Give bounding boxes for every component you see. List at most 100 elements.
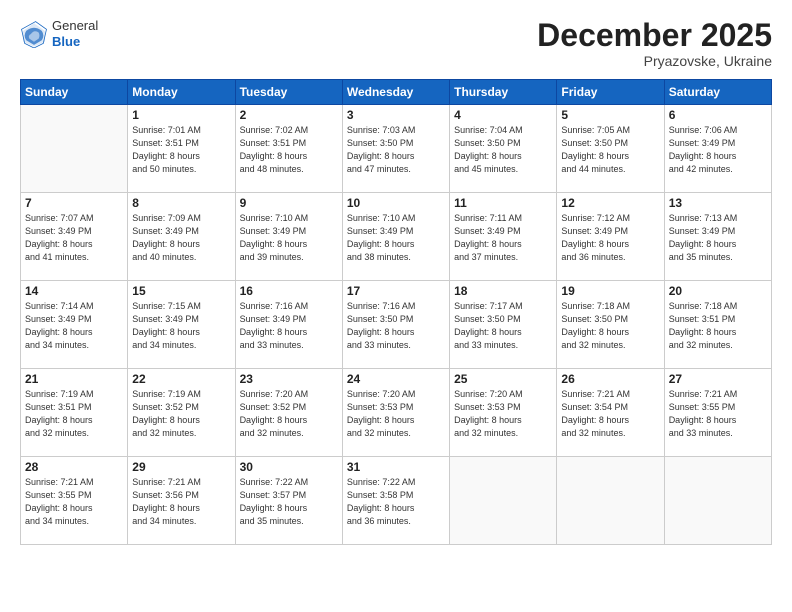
weekday-header: Wednesday: [342, 80, 449, 105]
day-info: Sunrise: 7:19 AM Sunset: 3:52 PM Dayligh…: [132, 388, 230, 440]
calendar-cell: 11 Sunrise: 7:11 AM Sunset: 3:49 PM Dayli…: [450, 193, 557, 281]
day-info: Sunrise: 7:01 AM Sunset: 3:51 PM Dayligh…: [132, 124, 230, 176]
day-info: Sunrise: 7:21 AM Sunset: 3:55 PM Dayligh…: [669, 388, 767, 440]
calendar-cell: 12 Sunrise: 7:12 AM Sunset: 3:49 PM Dayli…: [557, 193, 664, 281]
calendar-cell: 15 Sunrise: 7:15 AM Sunset: 3:49 PM Dayli…: [128, 281, 235, 369]
calendar-row: 28Sunrise: 7:21 AM Sunset: 3:55 PM Dayli…: [21, 457, 772, 545]
day-number: 26: [561, 372, 659, 386]
weekday-header: Tuesday: [235, 80, 342, 105]
day-number: 4: [454, 108, 552, 122]
calendar-cell: 18 Sunrise: 7:17 AM Sunset: 3:50 PM Dayli…: [450, 281, 557, 369]
calendar-cell: [450, 457, 557, 545]
day-info: Sunrise: 7:06 AM Sunset: 3:49 PM Dayligh…: [669, 124, 767, 176]
day-number: 12: [561, 196, 659, 210]
calendar-cell: 21 Sunrise: 7:19 AM Sunset: 3:51 PM Dayli…: [21, 369, 128, 457]
calendar-cell: 28Sunrise: 7:21 AM Sunset: 3:55 PM Dayli…: [21, 457, 128, 545]
month-title: December 2025: [537, 18, 772, 53]
day-number: 17: [347, 284, 445, 298]
calendar-cell: 17 Sunrise: 7:16 AM Sunset: 3:50 PM Dayli…: [342, 281, 449, 369]
weekday-header: Saturday: [664, 80, 771, 105]
day-number: 24: [347, 372, 445, 386]
day-info: Sunrise: 7:10 AM Sunset: 3:49 PM Dayligh…: [347, 212, 445, 264]
day-number: 20: [669, 284, 767, 298]
day-number: 23: [240, 372, 338, 386]
calendar-cell: [664, 457, 771, 545]
calendar: SundayMondayTuesdayWednesdayThursdayFrid…: [20, 79, 772, 545]
calendar-cell: 3 Sunrise: 7:03 AM Sunset: 3:50 PM Daylig…: [342, 105, 449, 193]
calendar-cell: 27 Sunrise: 7:21 AM Sunset: 3:55 PM Dayli…: [664, 369, 771, 457]
calendar-cell: 9Sunrise: 7:10 AM Sunset: 3:49 PM Daylig…: [235, 193, 342, 281]
day-info: Sunrise: 7:11 AM Sunset: 3:49 PM Dayligh…: [454, 212, 552, 264]
day-number: 15: [132, 284, 230, 298]
calendar-cell: 26 Sunrise: 7:21 AM Sunset: 3:54 PM Dayli…: [557, 369, 664, 457]
day-number: 14: [25, 284, 123, 298]
calendar-cell: 14 Sunrise: 7:14 AM Sunset: 3:49 PM Dayli…: [21, 281, 128, 369]
logo-general: General: [52, 18, 98, 34]
day-info: Sunrise: 7:21 AM Sunset: 3:55 PM Dayligh…: [25, 476, 123, 528]
day-info: Sunrise: 7:16 AM Sunset: 3:50 PM Dayligh…: [347, 300, 445, 352]
day-number: 21: [25, 372, 123, 386]
day-info: Sunrise: 7:07 AM Sunset: 3:49 PM Dayligh…: [25, 212, 123, 264]
day-number: 18: [454, 284, 552, 298]
header: General Blue December 2025 Pryazovske, U…: [20, 18, 772, 69]
calendar-cell: [21, 105, 128, 193]
calendar-cell: 22Sunrise: 7:19 AM Sunset: 3:52 PM Dayli…: [128, 369, 235, 457]
day-info: Sunrise: 7:21 AM Sunset: 3:54 PM Dayligh…: [561, 388, 659, 440]
day-info: Sunrise: 7:12 AM Sunset: 3:49 PM Dayligh…: [561, 212, 659, 264]
day-number: 13: [669, 196, 767, 210]
logo-icon: [20, 20, 48, 48]
day-number: 2: [240, 108, 338, 122]
day-info: Sunrise: 7:14 AM Sunset: 3:49 PM Dayligh…: [25, 300, 123, 352]
page: General Blue December 2025 Pryazovske, U…: [0, 0, 792, 612]
day-info: Sunrise: 7:15 AM Sunset: 3:49 PM Dayligh…: [132, 300, 230, 352]
day-info: Sunrise: 7:18 AM Sunset: 3:51 PM Dayligh…: [669, 300, 767, 352]
day-number: 27: [669, 372, 767, 386]
day-number: 9: [240, 196, 338, 210]
day-number: 16: [240, 284, 338, 298]
calendar-row: 7 Sunrise: 7:07 AM Sunset: 3:49 PM Daylig…: [21, 193, 772, 281]
day-number: 3: [347, 108, 445, 122]
calendar-cell: 1 Sunrise: 7:01 AM Sunset: 3:51 PM Daylig…: [128, 105, 235, 193]
calendar-row: 1 Sunrise: 7:01 AM Sunset: 3:51 PM Daylig…: [21, 105, 772, 193]
title-section: December 2025 Pryazovske, Ukraine: [537, 18, 772, 69]
day-info: Sunrise: 7:03 AM Sunset: 3:50 PM Dayligh…: [347, 124, 445, 176]
location: Pryazovske, Ukraine: [537, 53, 772, 69]
day-info: Sunrise: 7:09 AM Sunset: 3:49 PM Dayligh…: [132, 212, 230, 264]
calendar-cell: [557, 457, 664, 545]
day-number: 11: [454, 196, 552, 210]
weekday-header: Sunday: [21, 80, 128, 105]
day-info: Sunrise: 7:20 AM Sunset: 3:53 PM Dayligh…: [454, 388, 552, 440]
day-info: Sunrise: 7:21 AM Sunset: 3:56 PM Dayligh…: [132, 476, 230, 528]
day-info: Sunrise: 7:05 AM Sunset: 3:50 PM Dayligh…: [561, 124, 659, 176]
logo-blue: Blue: [52, 34, 98, 50]
day-number: 19: [561, 284, 659, 298]
day-number: 10: [347, 196, 445, 210]
day-info: Sunrise: 7:22 AM Sunset: 3:58 PM Dayligh…: [347, 476, 445, 528]
day-info: Sunrise: 7:20 AM Sunset: 3:53 PM Dayligh…: [347, 388, 445, 440]
day-number: 6: [669, 108, 767, 122]
calendar-cell: 24 Sunrise: 7:20 AM Sunset: 3:53 PM Dayli…: [342, 369, 449, 457]
weekday-header-row: SundayMondayTuesdayWednesdayThursdayFrid…: [21, 80, 772, 105]
day-number: 8: [132, 196, 230, 210]
day-info: Sunrise: 7:19 AM Sunset: 3:51 PM Dayligh…: [25, 388, 123, 440]
day-number: 7: [25, 196, 123, 210]
calendar-cell: 5Sunrise: 7:05 AM Sunset: 3:50 PM Daylig…: [557, 105, 664, 193]
calendar-cell: 10 Sunrise: 7:10 AM Sunset: 3:49 PM Dayli…: [342, 193, 449, 281]
day-info: Sunrise: 7:20 AM Sunset: 3:52 PM Dayligh…: [240, 388, 338, 440]
day-number: 29: [132, 460, 230, 474]
day-info: Sunrise: 7:18 AM Sunset: 3:50 PM Dayligh…: [561, 300, 659, 352]
day-info: Sunrise: 7:02 AM Sunset: 3:51 PM Dayligh…: [240, 124, 338, 176]
calendar-row: 21 Sunrise: 7:19 AM Sunset: 3:51 PM Dayli…: [21, 369, 772, 457]
day-number: 31: [347, 460, 445, 474]
calendar-cell: 16Sunrise: 7:16 AM Sunset: 3:49 PM Dayli…: [235, 281, 342, 369]
day-number: 1: [132, 108, 230, 122]
calendar-cell: 2 Sunrise: 7:02 AM Sunset: 3:51 PM Daylig…: [235, 105, 342, 193]
calendar-cell: 20 Sunrise: 7:18 AM Sunset: 3:51 PM Dayli…: [664, 281, 771, 369]
calendar-cell: 8 Sunrise: 7:09 AM Sunset: 3:49 PM Daylig…: [128, 193, 235, 281]
day-info: Sunrise: 7:13 AM Sunset: 3:49 PM Dayligh…: [669, 212, 767, 264]
calendar-cell: 13 Sunrise: 7:13 AM Sunset: 3:49 PM Dayli…: [664, 193, 771, 281]
day-info: Sunrise: 7:17 AM Sunset: 3:50 PM Dayligh…: [454, 300, 552, 352]
logo-text: General Blue: [52, 18, 98, 49]
weekday-header: Thursday: [450, 80, 557, 105]
calendar-cell: 6 Sunrise: 7:06 AM Sunset: 3:49 PM Daylig…: [664, 105, 771, 193]
